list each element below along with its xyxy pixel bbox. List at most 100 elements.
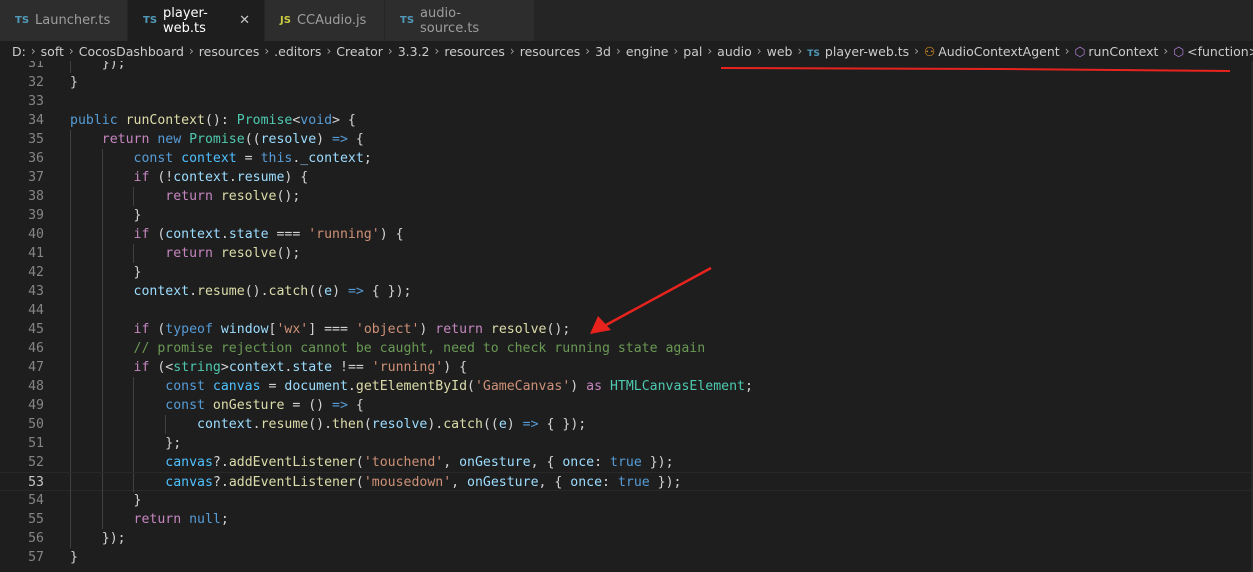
breadcrumb-folder[interactable]: Creator <box>336 44 383 59</box>
line-number[interactable]: 43 <box>0 282 44 301</box>
code-line[interactable]: 46 // promise rejection cannot be caught… <box>0 339 1253 358</box>
code-token: e <box>324 284 333 299</box>
line-number[interactable]: 39 <box>0 206 44 225</box>
line-number[interactable]: 44 <box>0 301 44 320</box>
line-number[interactable]: 33 <box>0 92 44 111</box>
code-line[interactable]: 45 if (typeof window['wx'] === 'object')… <box>0 320 1253 339</box>
code-line[interactable]: 53 canvas?.addEventListener('mousedown',… <box>0 472 1253 492</box>
code-line[interactable]: 52 canvas?.addEventListener('touchend', … <box>0 453 1253 472</box>
line-number[interactable]: 48 <box>0 377 44 396</box>
code-text: } <box>70 491 142 510</box>
line-number[interactable]: 35 <box>0 130 44 149</box>
breadcrumb-method[interactable]: ⬡ runContext <box>1075 44 1159 59</box>
code-token: (); <box>276 189 301 204</box>
code-token: ) <box>570 379 587 394</box>
code-token: resume <box>236 170 285 185</box>
code-line[interactable]: 57} <box>0 548 1253 567</box>
tab-ccaudio[interactable]: JS CCAudio.js <box>265 0 385 41</box>
code-token: catch <box>268 284 309 299</box>
breadcrumb-folder[interactable]: resources <box>520 44 581 59</box>
line-number[interactable]: 55 <box>0 510 44 529</box>
breadcrumb-folder[interactable]: 3d <box>595 44 611 59</box>
code-token: void <box>300 113 333 128</box>
breadcrumb-folder[interactable]: engine <box>626 44 669 59</box>
close-icon[interactable]: ✕ <box>239 13 250 28</box>
code-text: canvas?.addEventListener('mousedown', on… <box>70 473 681 492</box>
code-line[interactable]: 49 const onGesture = () => { <box>0 396 1253 415</box>
code-line[interactable]: 43 context.resume().catch((e) => { }); <box>0 282 1253 301</box>
line-number[interactable]: 50 <box>0 415 44 434</box>
breadcrumb-folder[interactable]: 3.3.2 <box>398 44 430 59</box>
tab-audio-source[interactable]: TS audio-source.ts <box>385 0 535 41</box>
code-token: (( <box>482 417 499 432</box>
tab-player-web[interactable]: TS player-web.ts ✕ <box>128 0 265 41</box>
chevron-right-icon: › <box>1064 44 1070 58</box>
code-token: (< <box>157 360 174 375</box>
chevron-right-icon: › <box>509 44 515 58</box>
code-line[interactable]: 35 return new Promise((resolve) => { <box>0 130 1253 149</box>
code-line[interactable]: 51 }; <box>0 434 1253 453</box>
line-number[interactable]: 51 <box>0 434 44 453</box>
code-line[interactable]: 41 return resolve(); <box>0 244 1253 263</box>
code-line[interactable]: 40 if (context.state === 'running') { <box>0 225 1253 244</box>
line-number[interactable]: 52 <box>0 453 44 472</box>
line-number[interactable]: 53 <box>0 473 44 492</box>
line-number[interactable]: 31 <box>0 61 44 73</box>
code-token: ( <box>355 455 364 470</box>
code-line[interactable]: 36 const context = this._context; <box>0 149 1253 168</box>
code-token: if <box>70 227 158 242</box>
line-number[interactable]: 34 <box>0 111 44 130</box>
breadcrumb-file[interactable]: TS player-web.ts <box>807 44 909 59</box>
code-token: runContext <box>125 113 205 128</box>
breadcrumb-folder[interactable]: pal <box>683 44 702 59</box>
line-number[interactable]: 49 <box>0 396 44 415</box>
code-line[interactable]: 37 if (!context.resume) { <box>0 168 1253 187</box>
code-line[interactable]: 48 const canvas = document.getElementByI… <box>0 377 1253 396</box>
code-line[interactable]: 32} <box>0 73 1253 92</box>
code-token: => <box>522 417 539 432</box>
breadcrumb-folder[interactable]: soft <box>41 44 64 59</box>
code-token: ; <box>220 512 229 527</box>
code-token: 'wx' <box>276 322 309 337</box>
breadcrumb-folder[interactable]: audio <box>717 44 752 59</box>
code-line[interactable]: 54 } <box>0 491 1253 510</box>
line-number[interactable]: 37 <box>0 168 44 187</box>
code-token: } <box>70 493 142 508</box>
line-number[interactable]: 57 <box>0 548 44 567</box>
breadcrumb-folder[interactable]: web <box>767 44 793 59</box>
code-editor[interactable]: 31 }); 32} 33 34 public runContext(): Promis… <box>0 61 1253 572</box>
breadcrumb-folder[interactable]: resources <box>199 44 260 59</box>
breadcrumb-folder[interactable]: CocosDashboard <box>79 44 184 59</box>
code-line[interactable]: 56 }); <box>0 529 1253 548</box>
line-number[interactable]: 32 <box>0 73 44 92</box>
breadcrumb-function[interactable]: ⬡ <function> <box>1173 44 1253 59</box>
line-number[interactable]: 45 <box>0 320 44 339</box>
code-line[interactable]: 39 } <box>0 206 1253 225</box>
code-line[interactable]: 33 <box>0 92 1253 111</box>
line-number[interactable]: 56 <box>0 529 44 548</box>
code-line[interactable]: 42 } <box>0 263 1253 282</box>
line-number[interactable]: 40 <box>0 225 44 244</box>
line-number[interactable]: 47 <box>0 358 44 377</box>
breadcrumb-folder[interactable]: resources <box>444 44 505 59</box>
code-token: if <box>70 170 158 185</box>
line-number[interactable]: 36 <box>0 149 44 168</box>
code-line[interactable]: 34 public runContext(): Promise<void> { <box>0 111 1253 130</box>
code-line[interactable]: 38 return resolve(); <box>0 187 1253 206</box>
code-line[interactable]: 50 context.resume().then(resolve).catch(… <box>0 415 1253 434</box>
breadcrumb-folder[interactable]: .editors <box>274 44 321 59</box>
line-number[interactable]: 54 <box>0 491 44 510</box>
line-number[interactable]: 38 <box>0 187 44 206</box>
code-token: true <box>617 475 650 490</box>
breadcrumb-folder[interactable]: D: <box>12 44 26 59</box>
chevron-right-icon: › <box>326 44 332 58</box>
tab-launcher[interactable]: TS Launcher.ts <box>0 0 128 41</box>
line-number[interactable]: 42 <box>0 263 44 282</box>
code-line[interactable]: 55 return null; <box>0 510 1253 529</box>
line-number[interactable]: 46 <box>0 339 44 358</box>
breadcrumb-class[interactable]: ⚇ AudioContextAgent <box>924 44 1060 59</box>
code-line[interactable]: 44 <box>0 301 1253 320</box>
line-number[interactable]: 41 <box>0 244 44 263</box>
code-line[interactable]: 47 if (<string>context.state !== 'runnin… <box>0 358 1253 377</box>
typescript-file-icon: TS <box>15 15 30 26</box>
